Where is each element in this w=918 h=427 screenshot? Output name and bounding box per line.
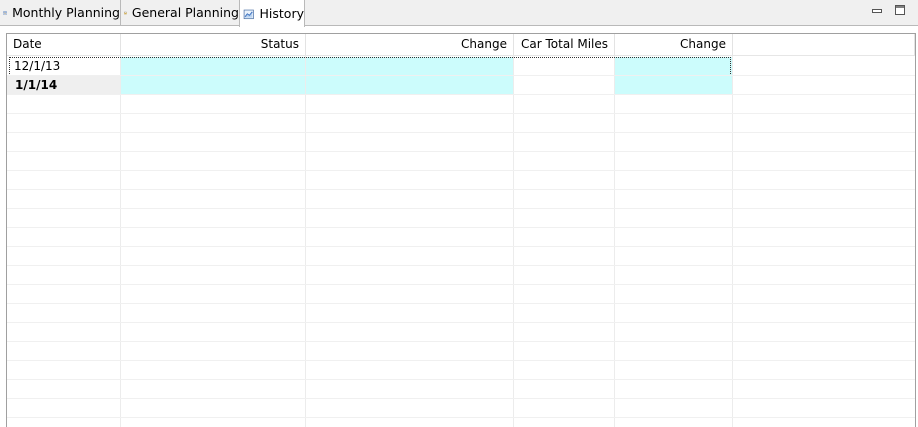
grid-line — [7, 170, 915, 171]
history-panel: Date Status Change Car Total Miles Chang… — [6, 33, 916, 427]
folder-icon — [124, 11, 127, 14]
grid-line — [7, 360, 915, 361]
column-header-change[interactable]: Change — [306, 34, 514, 55]
grid-line — [7, 322, 915, 323]
date-cell[interactable]: 1/1/14 — [7, 76, 120, 95]
grid-line — [7, 265, 915, 266]
column-header-date[interactable]: Date — [7, 34, 121, 55]
tab-history[interactable]: History — [239, 0, 305, 27]
grid-line — [7, 75, 915, 76]
minimize-icon[interactable] — [871, 4, 883, 16]
tab-monthly-planning[interactable]: Monthly Planning — [0, 0, 121, 25]
column-header-car-total-miles[interactable]: Car Total Miles — [514, 34, 615, 55]
maximize-icon[interactable] — [894, 4, 906, 16]
grid-line — [305, 56, 306, 427]
grid-line — [7, 113, 915, 114]
grid-line — [120, 56, 121, 427]
grid-line — [7, 341, 915, 342]
grid-line — [7, 284, 915, 285]
grid-line — [7, 227, 915, 228]
grid-line — [7, 417, 915, 418]
change-cell[interactable] — [306, 76, 513, 95]
table-header: Date Status Change Car Total Miles Chang… — [7, 34, 915, 56]
grid-line — [7, 189, 915, 190]
column-header-filler — [733, 34, 915, 55]
change-2-cell[interactable] — [615, 76, 732, 95]
tab-label: Monthly Planning — [12, 5, 120, 20]
column-header-change-2[interactable]: Change — [615, 34, 733, 55]
date-cell[interactable]: 12/1/13 — [7, 57, 119, 76]
grid-line — [614, 56, 615, 427]
grid-line — [7, 379, 915, 380]
grid-line — [7, 208, 915, 209]
grid-line — [7, 398, 915, 399]
car-total-miles-cell[interactable] — [514, 76, 614, 95]
grid-line — [732, 56, 733, 427]
chart-icon — [243, 9, 254, 19]
tab-label: General Planning — [131, 5, 239, 20]
tab-general-planning[interactable]: General Planning — [121, 0, 240, 25]
grid-line — [7, 94, 915, 95]
grid-line — [7, 246, 915, 247]
tab-label: History — [259, 6, 304, 21]
table-body: 12/1/13 1/1/14 — [7, 56, 915, 427]
table-row[interactable]: 12/1/13 — [7, 57, 915, 76]
grid-line — [513, 56, 514, 427]
column-header-status[interactable]: Status — [121, 34, 306, 55]
grid-line — [7, 151, 915, 152]
grid-line — [7, 303, 915, 304]
calendar-icon — [3, 10, 7, 15]
tab-bar: Monthly Planning General Planning Histor… — [0, 0, 918, 27]
table-row[interactable]: 1/1/14 — [7, 76, 915, 95]
grid-line — [7, 132, 915, 133]
status-cell[interactable] — [121, 76, 305, 95]
